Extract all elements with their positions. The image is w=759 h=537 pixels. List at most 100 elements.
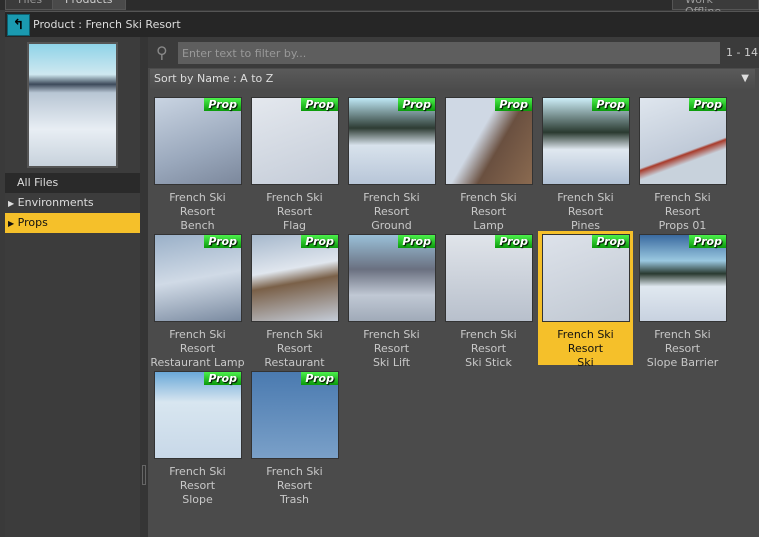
- filter-row: ⚲ 1 - 14: [148, 37, 759, 68]
- product-tile[interactable]: Prop French Ski Resort Pines: [538, 94, 633, 232]
- product-label-line1: French Ski Resort: [266, 328, 323, 355]
- prop-badge: Prop: [204, 98, 241, 111]
- prop-badge: Prop: [301, 372, 338, 385]
- product-tile[interactable]: Prop French Ski Resort Ski: [538, 231, 633, 369]
- product-tile[interactable]: Prop French Ski Resort Ski Lift: [344, 231, 439, 369]
- panel-splitter[interactable]: [140, 37, 148, 537]
- product-label-line2: Trash: [279, 493, 310, 506]
- product-tile[interactable]: Prop French Ski Resort Ground: [344, 94, 439, 232]
- product-thumbnail: Prop: [639, 97, 727, 185]
- header-bar: ↰ Product : French Ski Resort: [5, 11, 759, 37]
- product-label: French Ski Resort Pines: [538, 191, 633, 233]
- product-label: French Ski Resort Props 01: [635, 191, 730, 233]
- product-label-line1: French Ski Resort: [557, 191, 614, 218]
- prop-badge: Prop: [689, 98, 726, 111]
- tab-products[interactable]: Products: [52, 0, 126, 10]
- product-label-line2: Ski: [577, 356, 594, 369]
- product-tile[interactable]: Prop French Ski Resort Ski Stick: [441, 231, 536, 369]
- product-tile[interactable]: Prop French Ski Resort Slope Barrier: [635, 231, 730, 369]
- product-label-line2: Ski Lift: [372, 356, 411, 369]
- product-tile[interactable]: Prop French Ski Resort Flag: [247, 94, 342, 232]
- product-thumbnail: Prop: [251, 234, 339, 322]
- product-label-line1: French Ski Resort: [460, 191, 517, 218]
- sidebar-item-all-files[interactable]: All Files: [5, 173, 140, 193]
- prop-badge: Prop: [495, 98, 532, 111]
- sidebar-item-props[interactable]: ▶ Props: [5, 213, 140, 233]
- product-label: French Ski Resort Lamp: [441, 191, 536, 233]
- product-tile[interactable]: Prop French Ski Resort Trash: [247, 368, 342, 506]
- back-button[interactable]: ↰: [7, 14, 30, 36]
- product-thumbnail: Prop: [154, 371, 242, 459]
- prop-badge: Prop: [592, 235, 629, 248]
- product-tile[interactable]: Prop French Ski Resort Slope: [150, 368, 245, 506]
- prop-badge: Prop: [398, 98, 435, 111]
- product-tile[interactable]: Prop French Ski Resort Lamp: [441, 94, 536, 232]
- sidebar-item-label: Props: [17, 216, 48, 229]
- prop-badge: Prop: [592, 98, 629, 111]
- sidebar-item-environments[interactable]: ▶ Environments: [5, 193, 140, 213]
- product-label-line1: French Ski Resort: [557, 328, 614, 355]
- product-label: French Ski Resort Bench: [150, 191, 245, 233]
- expand-arrow-icon[interactable]: ▶: [8, 219, 14, 228]
- tab-work-offline[interactable]: Work Offline: [672, 0, 759, 18]
- expand-arrow-icon[interactable]: ▶: [8, 199, 14, 208]
- product-label-line1: French Ski Resort: [654, 191, 711, 218]
- back-arrow-icon: ↰: [12, 17, 25, 33]
- product-label-line1: French Ski Resort: [266, 465, 323, 492]
- product-label-line1: French Ski Resort: [363, 191, 420, 218]
- product-thumbnail: Prop: [251, 97, 339, 185]
- sort-dropdown[interactable]: Sort by Name : A to Z ▼: [150, 69, 755, 89]
- product-label-line2: Slope Barrier: [646, 356, 719, 369]
- search-icon[interactable]: ⚲: [156, 43, 168, 62]
- prop-badge: Prop: [301, 235, 338, 248]
- prop-badge: Prop: [204, 235, 241, 248]
- product-label-line1: French Ski Resort: [266, 191, 323, 218]
- product-thumbnail: Prop: [542, 97, 630, 185]
- product-thumbnail: Prop: [445, 97, 533, 185]
- prop-badge: Prop: [495, 235, 532, 248]
- product-label: French Ski Resort Ski Stick: [441, 328, 536, 370]
- product-thumbnail: Prop: [445, 234, 533, 322]
- result-count: 1 - 14: [726, 46, 758, 59]
- product-label-line2: Ski Stick: [465, 356, 512, 369]
- dropdown-arrow-icon: ▼: [741, 73, 749, 84]
- product-label-line1: French Ski Resort: [654, 328, 711, 355]
- sidebar-item-label: Environments: [17, 196, 94, 209]
- product-thumbnail: Prop: [251, 371, 339, 459]
- content-panel: ⚲ 1 - 14 Sort by Name : A to Z ▼ Prop Fre…: [148, 37, 759, 537]
- product-label: French Ski Resort Trash: [247, 465, 342, 507]
- product-tile[interactable]: Prop French Ski ResortRestaurant Tables: [247, 231, 342, 383]
- product-label-line1: French Ski Resort: [169, 465, 226, 492]
- product-thumbnail: Prop: [154, 234, 242, 322]
- sort-label: Sort by Name : A to Z: [154, 72, 274, 85]
- tab-files[interactable]: Files: [5, 0, 56, 10]
- product-preview-image: [27, 42, 118, 168]
- splitter-grip[interactable]: [142, 465, 146, 485]
- product-label: French Ski Resort Ski Lift: [344, 328, 439, 370]
- filter-input[interactable]: [178, 42, 720, 64]
- breadcrumb: Product : French Ski Resort: [33, 18, 181, 31]
- product-label-line1: French Ski Resort: [363, 328, 420, 355]
- product-thumbnail: Prop: [154, 97, 242, 185]
- product-label: French Ski Resort Ground: [344, 191, 439, 233]
- tab-bar: Files Products Work Offline: [0, 0, 759, 18]
- product-tile[interactable]: Prop French Ski Resort Props 01: [635, 94, 730, 232]
- product-tile[interactable]: Prop French Ski Resort Bench: [150, 94, 245, 232]
- product-label: French Ski Resort Restaurant Lamp: [150, 328, 245, 370]
- prop-badge: Prop: [204, 372, 241, 385]
- product-label-line1: French Ski Resort: [169, 191, 226, 218]
- product-tile[interactable]: Prop French Ski Resort Restaurant Lamp: [150, 231, 245, 369]
- product-label: French Ski Resort Ski: [538, 328, 633, 370]
- product-label: French Ski Resort Slope Barrier: [635, 328, 730, 370]
- left-panel: All Files ▶ Environments ▶ Props: [5, 37, 140, 537]
- product-thumbnail: Prop: [542, 234, 630, 322]
- product-label: French Ski Resort Flag: [247, 191, 342, 233]
- product-label-line1: French Ski Resort: [169, 328, 226, 355]
- sidebar-item-label: All Files: [17, 176, 59, 189]
- product-label-line1: French Ski Resort: [460, 328, 517, 355]
- product-thumbnail: Prop: [639, 234, 727, 322]
- product-thumbnail: Prop: [348, 234, 436, 322]
- product-thumbnail: Prop: [348, 97, 436, 185]
- prop-badge: Prop: [398, 235, 435, 248]
- product-label: French Ski Resort Slope: [150, 465, 245, 507]
